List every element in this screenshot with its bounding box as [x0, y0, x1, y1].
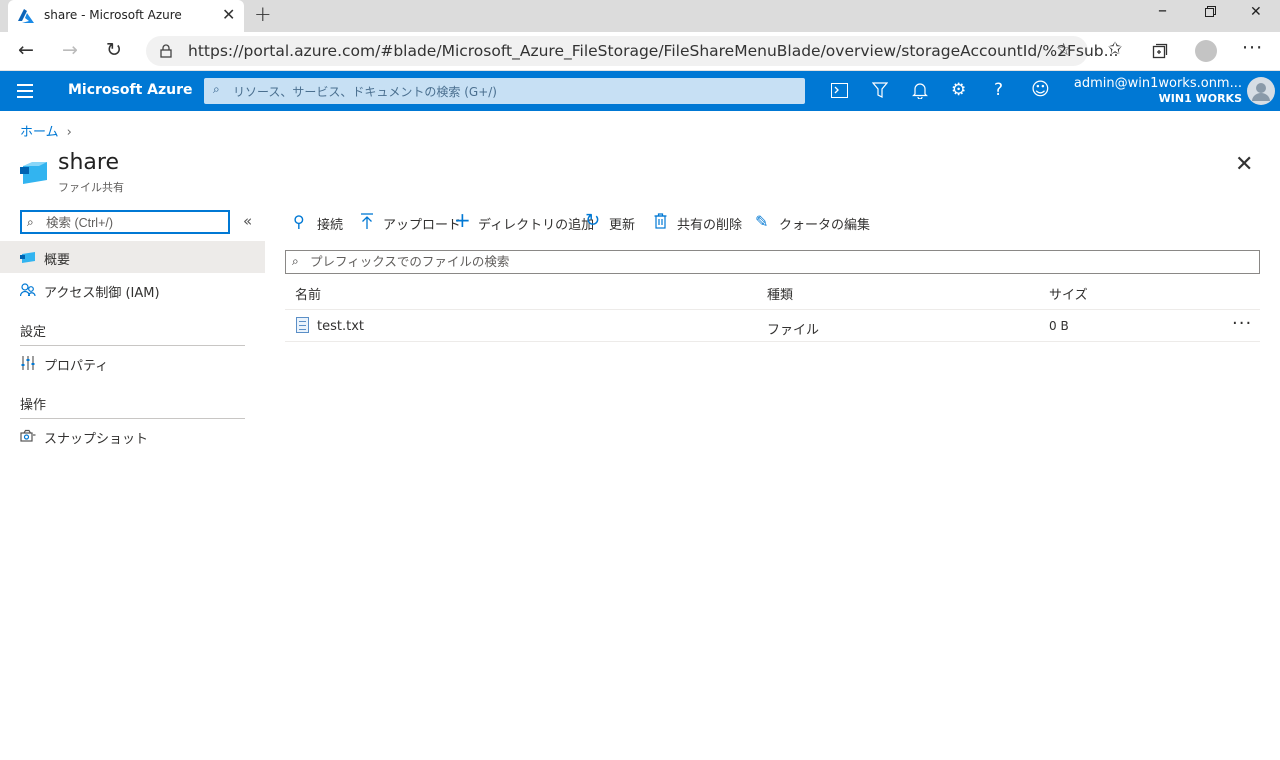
- account-name: admin@win1works.onm...: [1073, 76, 1242, 91]
- upload-label: アップロード: [383, 218, 462, 233]
- url-text: https://portal.azure.com/#blade/Microsof…: [188, 42, 1119, 60]
- user-avatar[interactable]: [1247, 77, 1275, 105]
- collapse-menu-icon[interactable]: «: [243, 212, 252, 230]
- azure-top-bar: Microsoft Azure ⌕ リソース、サービス、ドキュメントの検索 (G…: [0, 71, 1280, 111]
- global-search-input[interactable]: ⌕ リソース、サービス、ドキュメントの検索 (G+/): [204, 78, 805, 104]
- divider: [20, 418, 245, 419]
- portal-brand[interactable]: Microsoft Azure: [68, 82, 193, 98]
- cloud-shell-icon[interactable]: [831, 83, 848, 98]
- favorite-star-icon[interactable]: ☆: [1056, 40, 1071, 60]
- back-icon[interactable]: ←: [18, 39, 34, 61]
- profile-avatar[interactable]: [1195, 40, 1217, 62]
- text-file-icon: [296, 317, 309, 333]
- notifications-bell-icon[interactable]: [912, 82, 928, 99]
- address-bar[interactable]: https://portal.azure.com/#blade/Microsof…: [146, 36, 1118, 66]
- table-row[interactable]: test.txt ファイル 0 B ···: [285, 310, 1260, 342]
- lock-icon: [160, 44, 172, 58]
- search-icon: ⌕: [292, 254, 299, 268]
- menu-item-iam[interactable]: アクセス制御 (IAM): [0, 274, 265, 306]
- minimize-icon[interactable]: –: [1158, 0, 1167, 21]
- person-icon: [1252, 83, 1270, 101]
- directory-filter-icon[interactable]: [872, 82, 888, 99]
- chevron-right-icon: ›: [66, 125, 72, 140]
- menu-section-operations: 操作: [20, 398, 47, 413]
- page-subtitle: ファイル共有: [58, 181, 124, 194]
- file-type: ファイル: [767, 323, 820, 338]
- menu-item-overview[interactable]: 概要: [0, 241, 265, 273]
- breadcrumb: ホーム ›: [20, 121, 72, 140]
- collections-icon[interactable]: [1152, 43, 1168, 59]
- menu-search-field[interactable]: ⌕: [20, 210, 230, 234]
- properties-sliders-icon: [21, 356, 35, 370]
- menu-section-settings: 設定: [20, 325, 47, 340]
- tab-title: share - Microsoft Azure: [44, 8, 182, 22]
- menu-item-label: 概要: [44, 253, 71, 268]
- delete-share-label: 共有の削除: [677, 218, 743, 233]
- menu-item-label: プロパティ: [44, 359, 109, 374]
- people-icon: [20, 283, 36, 297]
- file-share-icon: [20, 252, 35, 263]
- menu-item-label: スナップショット: [44, 432, 149, 447]
- column-header-name[interactable]: 名前: [295, 284, 321, 303]
- tab-close-icon[interactable]: ✕: [222, 5, 235, 24]
- account-info[interactable]: admin@win1works.onm... WIN1 WORKS: [1040, 76, 1242, 105]
- snapshot-camera-icon: [20, 429, 36, 442]
- refresh-icon: ↻: [585, 210, 601, 231]
- column-header-size[interactable]: サイズ: [1049, 284, 1088, 303]
- menu-item-snapshots[interactable]: スナップショット: [0, 420, 265, 452]
- browser-toolbar: ← → ↻ https://portal.azure.com/#blade/Mi…: [0, 32, 1280, 71]
- divider: [20, 345, 245, 346]
- column-header-type[interactable]: 種類: [767, 284, 793, 303]
- search-icon: ⌕: [27, 215, 34, 229]
- page-title: share: [58, 150, 119, 175]
- global-search-placeholder: リソース、サービス、ドキュメントの検索 (G+/): [233, 85, 497, 99]
- new-tab-icon[interactable]: +: [254, 2, 272, 26]
- breadcrumb-home[interactable]: ホーム: [20, 125, 59, 140]
- menu-search-input[interactable]: [44, 214, 224, 231]
- browser-tab[interactable]: share - Microsoft Azure ✕: [8, 0, 244, 32]
- trash-icon: [654, 213, 667, 229]
- menu-item-label: アクセス制御 (IAM): [44, 286, 160, 301]
- settings-more-icon[interactable]: ···: [1242, 37, 1263, 59]
- plus-icon: +: [454, 208, 471, 232]
- file-search-field[interactable]: ⌕: [285, 250, 1260, 274]
- hamburger-menu-icon[interactable]: [17, 84, 33, 102]
- connect-label: 接続: [317, 218, 344, 233]
- reload-icon[interactable]: ↻: [106, 39, 122, 61]
- browser-tab-strip: share - Microsoft Azure ✕ + – ✕: [0, 0, 1280, 32]
- window-close-icon[interactable]: ✕: [1250, 4, 1262, 20]
- file-size: 0 B: [1049, 319, 1069, 333]
- favorites-icon[interactable]: ✩: [1108, 39, 1122, 59]
- upload-arrow-icon: [361, 213, 373, 229]
- blade-close-icon[interactable]: ✕: [1235, 152, 1253, 177]
- more-options-icon[interactable]: ···: [1232, 313, 1252, 334]
- edit-quota-label: クォータの編集: [779, 218, 871, 233]
- file-share-icon: [20, 162, 47, 184]
- file-name[interactable]: test.txt: [317, 319, 364, 334]
- restore-icon[interactable]: [1205, 6, 1216, 17]
- file-search-input[interactable]: [308, 253, 1248, 271]
- search-icon: ⌕: [213, 82, 220, 96]
- pencil-icon: ✎: [755, 212, 769, 231]
- menu-item-properties[interactable]: プロパティ: [0, 347, 265, 379]
- refresh-label: 更新: [609, 218, 636, 233]
- add-directory-label: ディレクトリの追加: [478, 218, 595, 233]
- account-organization: WIN1 WORKS: [1158, 92, 1242, 105]
- plug-icon: ⚲: [293, 212, 305, 231]
- help-icon[interactable]: ?: [994, 80, 1003, 100]
- settings-gear-icon[interactable]: ⚙: [951, 80, 966, 100]
- azure-logo-icon: [18, 9, 34, 23]
- forward-icon[interactable]: →: [62, 39, 78, 61]
